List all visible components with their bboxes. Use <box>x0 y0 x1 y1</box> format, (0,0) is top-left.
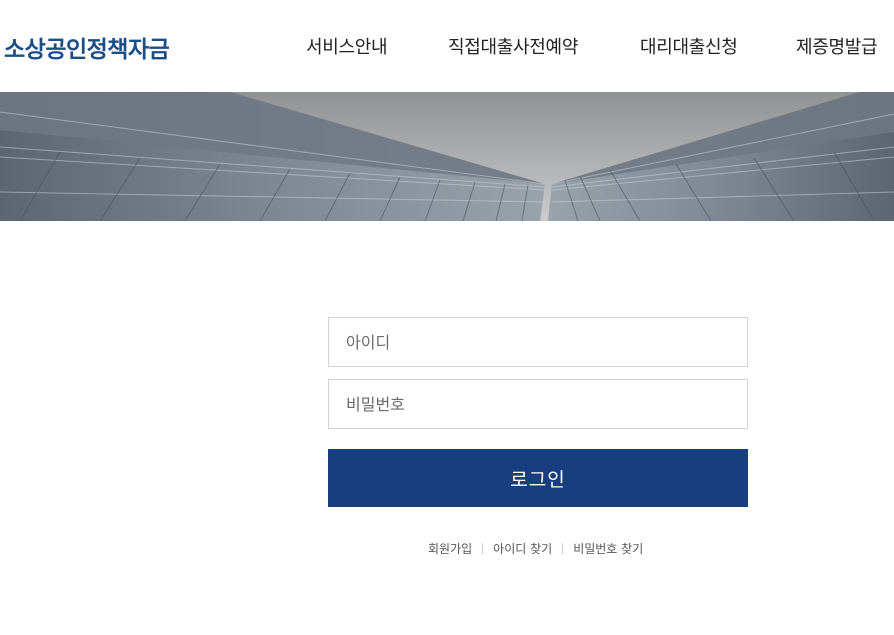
find-password-link[interactable]: 비밀번호 찾기 <box>573 540 643 557</box>
login-button[interactable]: 로그인 <box>328 449 748 507</box>
find-id-link[interactable]: 아이디 찾기 <box>493 540 552 557</box>
main-nav: 서비스안내 직접대출사전예약 대리대출신청 제증명발급 <box>0 33 894 59</box>
nav-item-service-guide[interactable]: 서비스안내 <box>306 33 388 59</box>
account-links: 회원가입 아이디 찾기 비밀번호 찾기 <box>0 540 894 558</box>
nav-item-direct-loan-reservation[interactable]: 직접대출사전예약 <box>448 33 578 59</box>
password-input[interactable] <box>328 379 748 429</box>
link-divider <box>562 543 564 554</box>
buildings-illustration <box>0 92 894 221</box>
user-id-input[interactable] <box>328 317 748 367</box>
nav-item-certificate-issuance[interactable]: 제증명발급 <box>796 33 878 59</box>
hero-banner-image <box>0 92 894 221</box>
signup-link[interactable]: 회원가입 <box>428 540 472 557</box>
login-form: 로그인 <box>328 317 748 507</box>
link-divider <box>482 543 484 554</box>
site-header: 소상공인정책자금 서비스안내 직접대출사전예약 대리대출신청 제증명발급 <box>0 0 894 92</box>
nav-item-agency-loan-application[interactable]: 대리대출신청 <box>640 33 738 59</box>
